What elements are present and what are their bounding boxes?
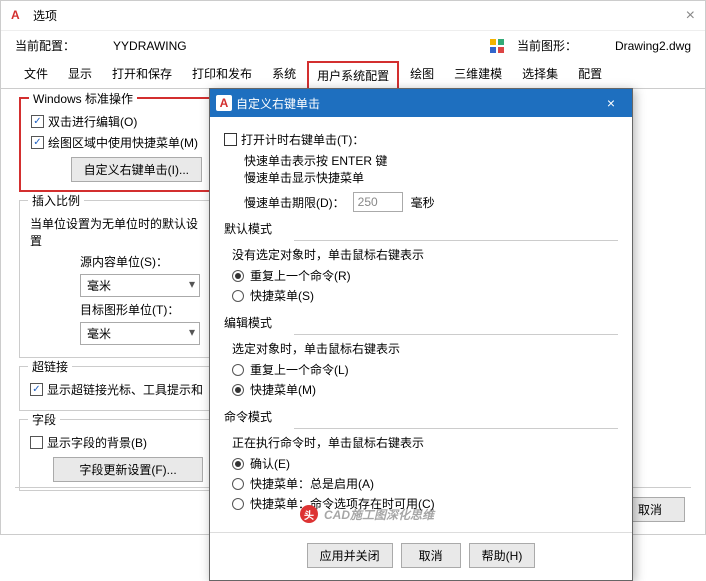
config-row: 当前配置： YYDRAWING 当前图形： Drawing2.dwg — [1, 31, 705, 60]
checkbox-label: 打开计时右键单击(T)： — [241, 131, 364, 148]
checkbox-label: 显示字段的背景(B) — [47, 434, 147, 451]
group-title-winstd: Windows 标准操作 — [29, 90, 137, 107]
sub-cancel-button[interactable]: 取消 — [401, 543, 461, 568]
group-insert-scale: 插入比例 当单位设置为无单位时的默认设置 源内容单位(S)： 毫米 目标图形单位… — [19, 200, 214, 358]
radio-label: 确认(E) — [250, 455, 290, 472]
tab-user-system-config[interactable]: 用户系统配置 — [307, 61, 399, 89]
tab-file[interactable]: 文件 — [15, 60, 57, 88]
apply-close-button[interactable]: 应用并关闭 — [307, 543, 393, 568]
default-mode-title: 默认模式 — [224, 220, 618, 237]
tab-display[interactable]: 显示 — [59, 60, 101, 88]
group-title-insert-scale: 插入比例 — [28, 192, 84, 209]
radio-default-repeat[interactable]: 重复上一个命令(R) — [232, 267, 618, 284]
watermark-text: CAD施工图深化思维 — [324, 506, 434, 523]
tab-print-publish[interactable]: 打印和发布 — [183, 60, 261, 88]
radio-icon — [232, 384, 244, 396]
group-fields: 字段 显示字段的背景(B) 字段更新设置(F)... — [19, 419, 214, 491]
main-titlebar: A 选项 × — [1, 1, 705, 31]
current-config-value: YYDRAWING — [113, 39, 187, 53]
checkbox-field-bg[interactable]: 显示字段的背景(B) — [30, 434, 203, 451]
radio-cmd-confirm[interactable]: 确认(E) — [232, 455, 618, 472]
tab-selection[interactable]: 选择集 — [513, 60, 567, 88]
tab-3d-modeling[interactable]: 三维建模 — [445, 60, 511, 88]
tab-open-save[interactable]: 打开和保存 — [103, 60, 181, 88]
autocad-icon: A — [216, 95, 232, 111]
sub-body: 打开计时右键单击(T)： 快速单击表示按 ENTER 键 慢速单击显示快捷菜单 … — [210, 117, 632, 526]
radio-icon — [232, 290, 244, 302]
radio-label: 快捷菜单(M) — [250, 381, 316, 398]
sub-footer: 应用并关闭 取消 帮助(H) — [210, 532, 632, 580]
current-config-label: 当前配置： — [15, 37, 75, 54]
checkbox-icon — [30, 436, 43, 449]
sub-title: 自定义右键单击 — [236, 95, 596, 112]
tab-bar: 文件 显示 打开和保存 打印和发布 系统 用户系统配置 绘图 三维建模 选择集 … — [1, 60, 705, 89]
radio-icon — [232, 478, 244, 490]
help-button[interactable]: 帮助(H) — [469, 543, 536, 568]
group-title-hyperlink: 超链接 — [28, 358, 72, 375]
tab-draw[interactable]: 绘图 — [401, 60, 443, 88]
checkbox-shortcut-menu[interactable]: 绘图区域中使用快捷菜单(M) — [31, 134, 202, 151]
checkbox-label: 绘图区域中使用快捷菜单(M) — [48, 134, 198, 151]
checkbox-icon — [31, 136, 44, 149]
deadline-unit: 毫秒 — [411, 194, 435, 211]
cmd-mode-block: 命令模式 正在执行命令时，单击鼠标右键表示 确认(E) 快捷菜单：总是启用(A)… — [224, 408, 618, 512]
checkbox-icon — [30, 383, 43, 396]
group-title-fields: 字段 — [28, 411, 60, 428]
default-mode-block: 默认模式 没有选定对象时，单击鼠标右键表示 重复上一个命令(R) 快捷菜单(S) — [224, 220, 618, 304]
source-unit-select[interactable]: 毫米 — [80, 274, 200, 297]
source-unit-label: 源内容单位(S)： — [80, 253, 203, 270]
radio-cmd-always[interactable]: 快捷菜单：总是启用(A) — [232, 475, 618, 492]
radio-icon — [232, 498, 244, 510]
deadline-label: 慢速单击期限(D)： — [244, 194, 345, 211]
field-update-settings-button[interactable]: 字段更新设置(F)... — [53, 457, 203, 482]
edit-mode-title: 编辑模式 — [224, 314, 618, 331]
checkbox-icon — [224, 133, 237, 146]
edit-mode-sub: 选定对象时，单击鼠标右键表示 — [232, 340, 618, 357]
current-drawing-value: Drawing2.dwg — [615, 39, 691, 53]
checkbox-dblclick-edit[interactable]: 双击进行编辑(O) — [31, 113, 202, 130]
radio-label: 重复上一个命令(R) — [250, 267, 351, 284]
close-icon[interactable]: × — [596, 95, 626, 111]
group-windows-standard: Windows 标准操作 双击进行编辑(O) 绘图区域中使用快捷菜单(M) 自定… — [19, 97, 214, 192]
deadline-input[interactable]: 250 — [353, 192, 403, 212]
close-icon[interactable]: × — [686, 7, 695, 25]
current-drawing-label: 当前图形： — [517, 37, 577, 54]
radio-edit-menu[interactable]: 快捷菜单(M) — [232, 381, 618, 398]
dwg-icon — [489, 38, 505, 54]
radio-default-menu[interactable]: 快捷菜单(S) — [232, 287, 618, 304]
fast-click-desc: 快速单击表示按 ENTER 键 — [244, 152, 618, 169]
radio-label: 重复上一个命令(L) — [250, 361, 349, 378]
radio-edit-repeat[interactable]: 重复上一个命令(L) — [232, 361, 618, 378]
cmd-mode-title: 命令模式 — [224, 408, 618, 425]
watermark: 头 CAD施工图深化思维 — [300, 505, 434, 523]
radio-icon — [232, 270, 244, 282]
default-mode-sub: 没有选定对象时，单击鼠标右键表示 — [232, 246, 618, 263]
radio-label: 快捷菜单：总是启用(A) — [250, 475, 374, 492]
group-hyperlink: 超链接 显示超链接光标、工具提示和 — [19, 366, 214, 411]
radio-icon — [232, 364, 244, 376]
custom-right-click-button[interactable]: 自定义右键单击(I)... — [71, 157, 202, 182]
deadline-row: 慢速单击期限(D)： 250 毫秒 — [244, 192, 618, 212]
checkbox-icon — [31, 115, 44, 128]
cmd-mode-sub: 正在执行命令时，单击鼠标右键表示 — [232, 434, 618, 451]
edit-mode-block: 编辑模式 选定对象时，单击鼠标右键表示 重复上一个命令(L) 快捷菜单(M) — [224, 314, 618, 398]
target-unit-label: 目标图形单位(T)： — [80, 301, 203, 318]
sub-titlebar: A 自定义右键单击 × — [210, 89, 632, 117]
insert-scale-desc: 当单位设置为无单位时的默认设置 — [30, 215, 203, 249]
radio-label: 快捷菜单(S) — [250, 287, 314, 304]
checkbox-timed-right-click[interactable]: 打开计时右键单击(T)： — [224, 131, 618, 148]
checkbox-label: 双击进行编辑(O) — [48, 113, 137, 130]
autocad-icon: A — [11, 8, 27, 24]
watermark-icon: 头 — [300, 505, 318, 523]
checkbox-show-hyperlink[interactable]: 显示超链接光标、工具提示和 — [30, 381, 203, 398]
radio-icon — [232, 458, 244, 470]
slow-click-desc: 慢速单击显示快捷菜单 — [244, 169, 618, 186]
tab-config[interactable]: 配置 — [569, 60, 611, 88]
tab-system[interactable]: 系统 — [263, 60, 305, 88]
main-title: 选项 — [33, 7, 686, 24]
checkbox-label: 显示超链接光标、工具提示和 — [47, 381, 203, 398]
target-unit-select[interactable]: 毫米 — [80, 322, 200, 345]
